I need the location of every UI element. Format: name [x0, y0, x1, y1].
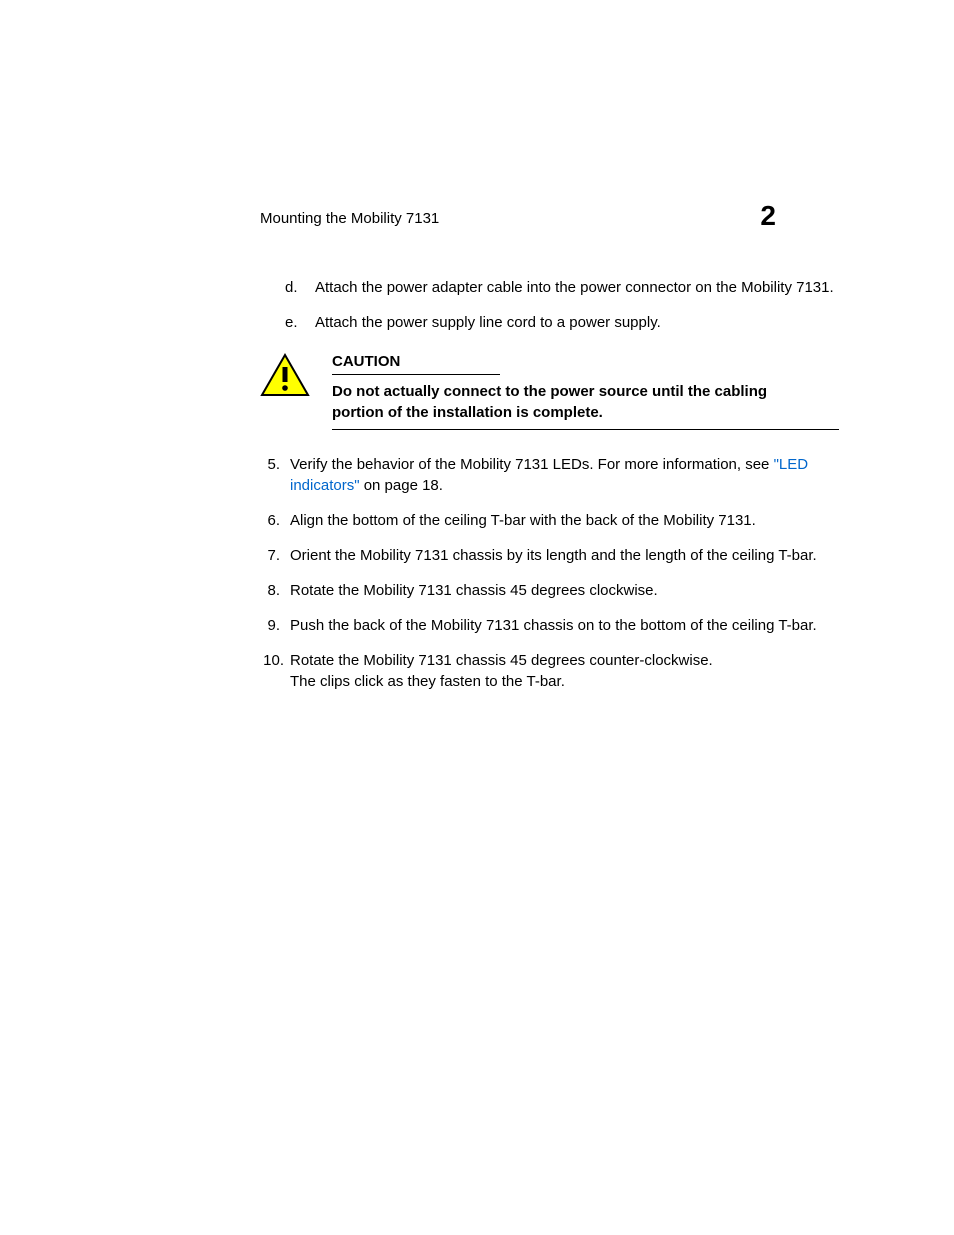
chapter-number: 2: [760, 200, 776, 232]
item-marker: 7.: [260, 545, 290, 566]
list-item-5: 5. Verify the behavior of the Mobility 7…: [260, 454, 839, 496]
main-list: 5. Verify the behavior of the Mobility 7…: [260, 454, 839, 692]
caution-icon: [260, 353, 310, 397]
item10-line2: The clips click as they fasten to the T-…: [290, 673, 565, 690]
sub-item-e: e. Attach the power supply line cord to …: [285, 312, 839, 333]
sub-item-text: Attach the power adapter cable into the …: [315, 277, 839, 298]
sub-marker: e.: [285, 312, 315, 333]
item10-line1: Rotate the Mobility 7131 chassis 45 degr…: [290, 652, 713, 669]
text-after: on page 18.: [360, 477, 443, 494]
list-item-7: 7. Orient the Mobility 7131 chassis by i…: [260, 545, 839, 566]
item-marker: 8.: [260, 580, 290, 601]
list-item-10: 10. Rotate the Mobility 7131 chassis 45 …: [260, 650, 839, 692]
item-marker: 5.: [260, 454, 290, 496]
list-item-9: 9. Push the back of the Mobility 7131 ch…: [260, 615, 839, 636]
item-text: Rotate the Mobility 7131 chassis 45 degr…: [290, 650, 839, 692]
sub-marker: d.: [285, 277, 315, 298]
item-marker: 6.: [260, 510, 290, 531]
item-text: Push the back of the Mobility 7131 chass…: [290, 615, 839, 636]
item-marker: 9.: [260, 615, 290, 636]
sub-item-text: Attach the power supply line cord to a p…: [315, 312, 839, 333]
text-before: Verify the behavior of the Mobility 7131…: [290, 456, 774, 473]
caution-block: CAUTION Do not actually connect to the p…: [260, 353, 839, 430]
caution-label: CAUTION: [332, 353, 500, 375]
item-text: Orient the Mobility 7131 chassis by its …: [290, 545, 839, 566]
sub-list: d. Attach the power adapter cable into t…: [285, 277, 839, 333]
header-title: Mounting the Mobility 7131: [260, 210, 439, 227]
item-marker: 10.: [260, 650, 290, 692]
caution-content: CAUTION Do not actually connect to the p…: [332, 353, 839, 430]
item-text: Rotate the Mobility 7131 chassis 45 degr…: [290, 580, 839, 601]
item-text: Align the bottom of the ceiling T-bar wi…: [290, 510, 839, 531]
list-item-6: 6. Align the bottom of the ceiling T-bar…: [260, 510, 839, 531]
page-header: Mounting the Mobility 7131: [260, 210, 839, 227]
sub-item-d: d. Attach the power adapter cable into t…: [285, 277, 839, 298]
caution-text: Do not actually connect to the power sou…: [332, 381, 839, 430]
list-item-8: 8. Rotate the Mobility 7131 chassis 45 d…: [260, 580, 839, 601]
item-text: Verify the behavior of the Mobility 7131…: [290, 454, 839, 496]
